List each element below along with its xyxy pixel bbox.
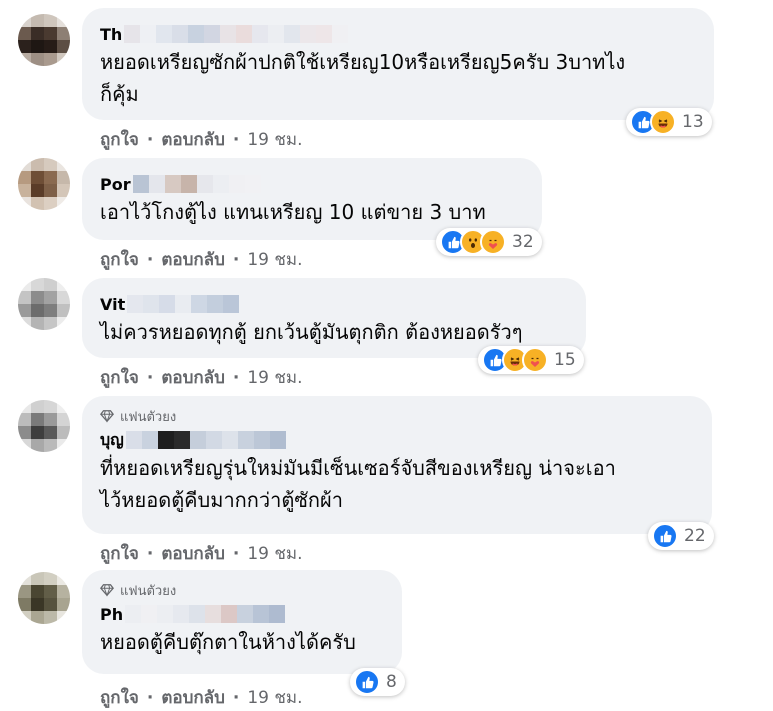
- avatar[interactable]: [18, 158, 70, 210]
- blurred-name-mask: [124, 25, 349, 43]
- comment-bubble: Th หยอดเหรียญซักผ้าปกติใช้เหรียญ10หรือเห…: [82, 8, 714, 120]
- separator-dot: ·: [232, 543, 240, 564]
- avatar[interactable]: [18, 572, 70, 624]
- author-name[interactable]: Ph: [100, 605, 123, 624]
- reaction-count: 32: [512, 232, 534, 252]
- blurred-name-mask: [132, 175, 261, 193]
- reaction-summary[interactable]: 13: [626, 108, 712, 136]
- like-link[interactable]: ถูกใจ: [100, 126, 139, 153]
- reply-link[interactable]: ตอบกลับ: [161, 364, 225, 391]
- like-icon: [354, 669, 380, 695]
- separator-dot: ·: [146, 543, 154, 564]
- diamond-icon: [100, 410, 114, 423]
- reaction-summary[interactable]: 22: [648, 522, 714, 550]
- comment-text: หยอดเหรียญซักผ้าปกติใช้เหรียญ10หรือเหรีย…: [100, 46, 696, 110]
- timestamp-link[interactable]: 19 ชม.: [247, 126, 302, 153]
- comment-actions: ถูกใจ · ตอบกลับ · 19 ชม.: [100, 126, 303, 153]
- comment-line: ที่หยอดเหรียญรุ่นใหม่มันมีเซ็นเซอร์จับสี…: [100, 456, 616, 480]
- avatar[interactable]: [18, 400, 70, 452]
- comment-actions: ถูกใจ · ตอบกลับ · 19 ชม.: [100, 246, 303, 273]
- reply-link[interactable]: ตอบกลับ: [161, 540, 225, 567]
- reaction-summary[interactable]: 8: [350, 668, 405, 696]
- separator-dot: ·: [232, 687, 240, 708]
- separator-dot: ·: [146, 129, 154, 150]
- comment-line: ไม่ควรหยอดทุกตู้ ยกเว้นตู้มันตุกติก ต้อง…: [100, 320, 523, 344]
- diamond-icon: [100, 584, 114, 597]
- reaction-count: 8: [386, 672, 397, 692]
- care-icon: [480, 229, 506, 255]
- comment-line: หยอดตู้คีบตุ๊กตาในห้างได้ครับ: [100, 630, 356, 654]
- badge-label: แฟนตัวยง: [120, 583, 177, 599]
- comment-actions: ถูกใจ · ตอบกลับ · 19 ชม.: [100, 684, 303, 711]
- haha-icon: [650, 109, 676, 135]
- comment-bubble: แฟนตัวยง บุญ ที่หยอดเหรียญรุ่นใหม่มันมีเ…: [82, 396, 712, 534]
- comment-line: เอาไว้โกงตู้ไง แทนเหรียญ 10 แต่ขาย 3 บาท: [100, 200, 486, 224]
- reply-link[interactable]: ตอบกลับ: [161, 684, 225, 711]
- separator-dot: ·: [146, 367, 154, 388]
- comment-text: เอาไว้โกงตู้ไง แทนเหรียญ 10 แต่ขาย 3 บาท: [100, 196, 524, 228]
- badge-label: แฟนตัวยง: [120, 409, 177, 425]
- comment-text: ไม่ควรหยอดทุกตู้ ยกเว้นตู้มันตุกติก ต้อง…: [100, 316, 568, 348]
- reaction-count: 13: [682, 112, 704, 132]
- care-icon: [522, 347, 548, 373]
- like-link[interactable]: ถูกใจ: [100, 364, 139, 391]
- comment-line: ก็คุ้ม: [100, 82, 139, 106]
- author-name[interactable]: Th: [100, 25, 122, 44]
- separator-dot: ·: [232, 129, 240, 150]
- avatar[interactable]: [18, 278, 70, 330]
- reply-link[interactable]: ตอบกลับ: [161, 246, 225, 273]
- like-icon: [652, 523, 678, 549]
- reaction-count: 15: [554, 350, 576, 370]
- author-name[interactable]: บุญ: [100, 428, 124, 453]
- comment-actions: ถูกใจ · ตอบกลับ · 19 ชม.: [100, 364, 303, 391]
- avatar[interactable]: [18, 14, 70, 66]
- reply-link[interactable]: ตอบกลับ: [161, 126, 225, 153]
- separator-dot: ·: [146, 687, 154, 708]
- timestamp-link[interactable]: 19 ชม.: [247, 540, 302, 567]
- blurred-name-mask: [125, 605, 286, 623]
- comment-text: หยอดตู้คีบตุ๊กตาในห้างได้ครับ: [100, 626, 384, 658]
- like-link[interactable]: ถูกใจ: [100, 540, 139, 567]
- comment-actions: ถูกใจ · ตอบกลับ · 19 ชม.: [100, 540, 303, 567]
- blurred-name-mask: [127, 295, 240, 313]
- author-name[interactable]: Por: [100, 175, 131, 194]
- top-fan-badge: แฟนตัวยง: [100, 580, 384, 600]
- comment-text: ที่หยอดเหรียญรุ่นใหม่มันมีเซ็นเซอร์จับสี…: [100, 452, 694, 516]
- comment-line: ไว้หยอดตู้คีบมากกว่าตู้ซักผ้า: [100, 488, 343, 512]
- separator-dot: ·: [232, 367, 240, 388]
- like-link[interactable]: ถูกใจ: [100, 246, 139, 273]
- reaction-summary[interactable]: 32: [436, 228, 542, 256]
- timestamp-link[interactable]: 19 ชม.: [247, 246, 302, 273]
- comment-line: หยอดเหรียญซักผ้าปกติใช้เหรียญ10หรือเหรีย…: [100, 50, 626, 74]
- separator-dot: ·: [146, 249, 154, 270]
- top-fan-badge: แฟนตัวยง: [100, 406, 694, 426]
- like-link[interactable]: ถูกใจ: [100, 684, 139, 711]
- separator-dot: ·: [232, 249, 240, 270]
- timestamp-link[interactable]: 19 ชม.: [247, 684, 302, 711]
- reaction-summary[interactable]: 15: [478, 346, 584, 374]
- timestamp-link[interactable]: 19 ชม.: [247, 364, 302, 391]
- blurred-name-mask: [125, 431, 286, 449]
- author-name[interactable]: Vit: [100, 295, 125, 314]
- comment-bubble: แฟนตัวยง Ph หยอดตู้คีบตุ๊กตาในห้างได้ครั…: [82, 570, 402, 674]
- reaction-count: 22: [684, 526, 706, 546]
